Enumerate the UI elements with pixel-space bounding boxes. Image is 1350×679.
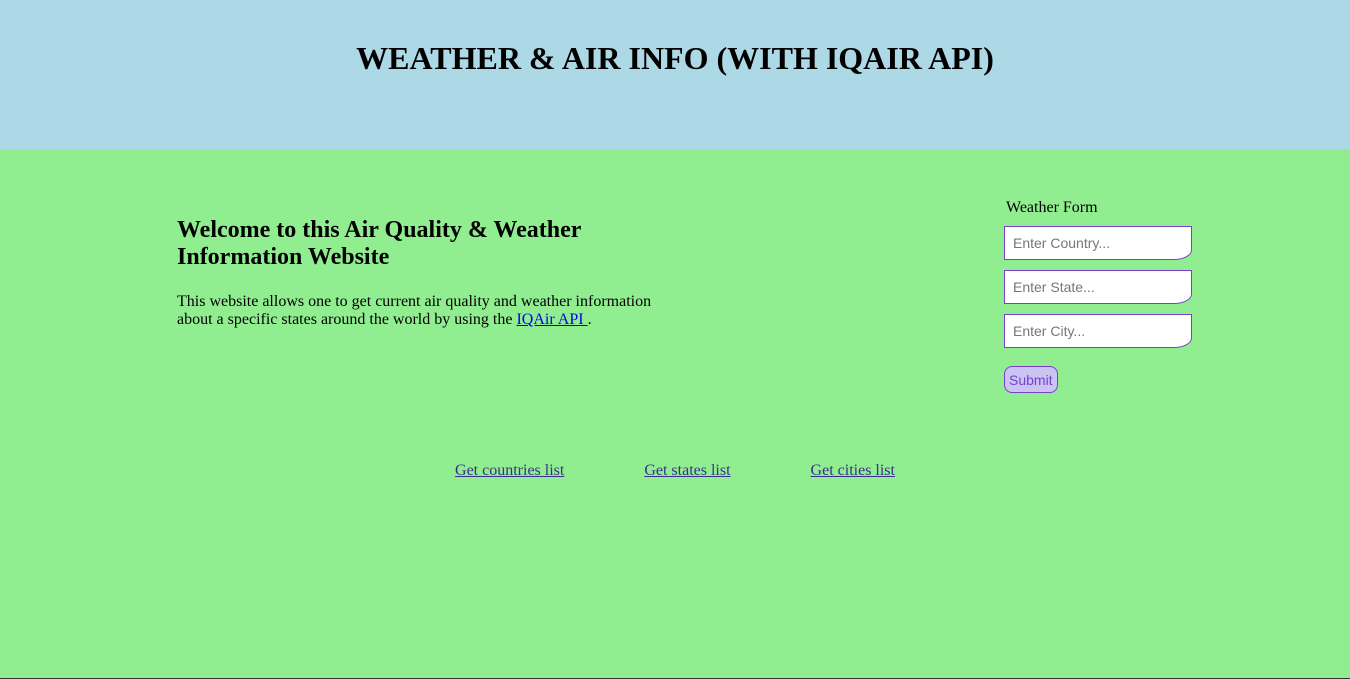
page-title: WEATHER & AIR INFO (WITH IQAIR API) [356,40,994,76]
iqair-api-link[interactable]: IQAir API [516,311,587,328]
states-list-link[interactable]: Get states list [644,462,730,479]
intro-text: This website allows one to get current a… [177,293,667,329]
city-input[interactable] [1004,314,1192,348]
list-links: Get countries list Get states list Get c… [0,461,1350,481]
country-input[interactable] [1004,226,1192,260]
header: WEATHER & AIR INFO (WITH IQAIR API) [0,0,1350,149]
cities-list-link[interactable]: Get cities list [811,462,895,479]
state-input[interactable] [1004,270,1192,304]
intro-text-after: . [587,311,592,328]
countries-list-link[interactable]: Get countries list [455,462,564,479]
weather-form: Weather Form Submit [1004,198,1194,393]
intro-section: Welcome to this Air Quality & Weather In… [177,217,667,329]
submit-button[interactable]: Submit [1004,366,1058,393]
weather-form-title: Weather Form [1006,199,1098,216]
intro-heading: Welcome to this Air Quality & Weather In… [177,217,581,270]
